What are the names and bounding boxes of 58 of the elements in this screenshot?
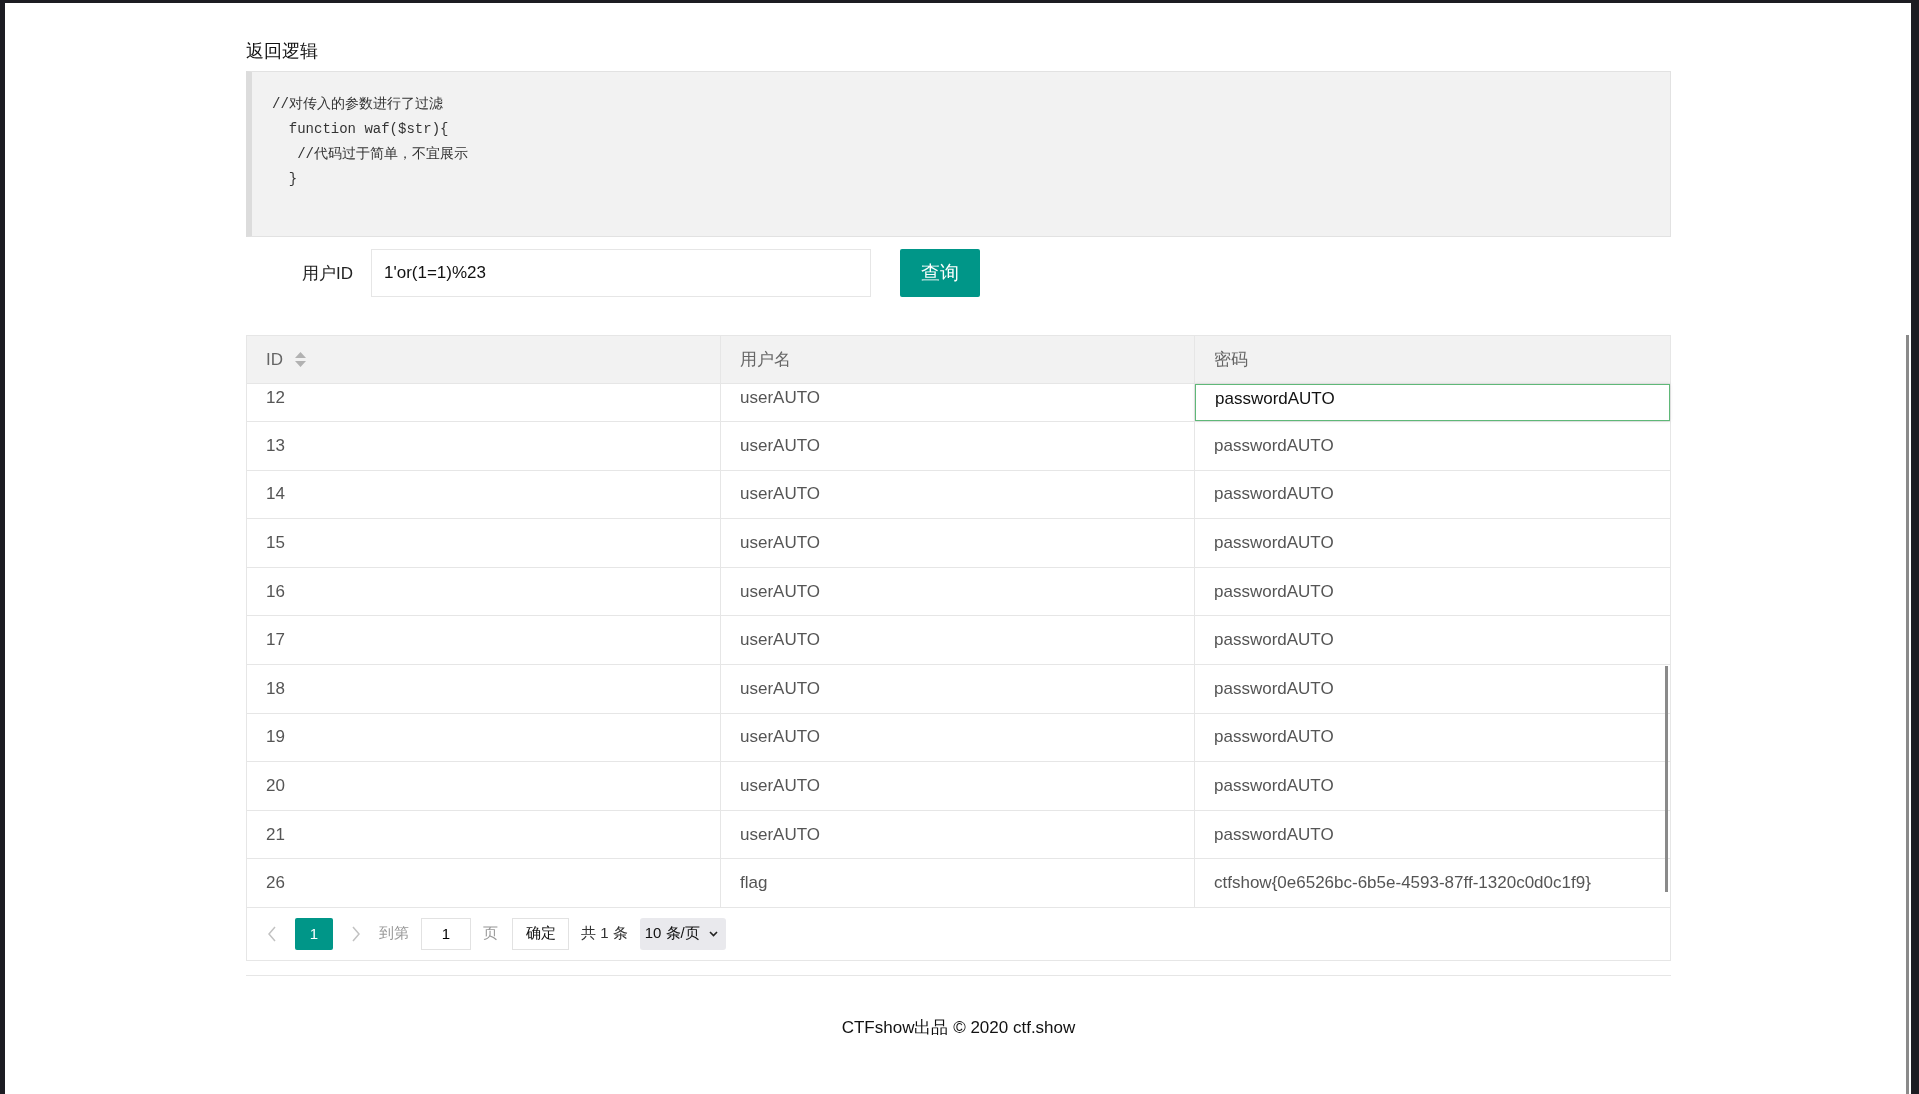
scrollbar-thumb[interactable] bbox=[1906, 335, 1909, 1094]
column-header[interactable]: ID bbox=[247, 336, 721, 383]
table-cell-text: passwordAUTO bbox=[1213, 726, 1335, 749]
table-cell-text: passwordAUTO bbox=[1213, 580, 1335, 603]
code-line: } bbox=[287, 170, 299, 189]
table-cell: userAUTO bbox=[721, 762, 1195, 810]
table-cell: 16 bbox=[247, 567, 721, 616]
table-cell: userAUTO bbox=[721, 384, 1195, 421]
field-label: 用户ID bbox=[301, 262, 354, 285]
page-number-field[interactable]: 1 bbox=[421, 917, 471, 950]
table-cell-text: passwordAUTO bbox=[1213, 532, 1335, 554]
next-page-icon[interactable] bbox=[351, 925, 361, 942]
table-cell-text: passwordAUTO bbox=[1213, 483, 1335, 506]
table-cell: 13 bbox=[247, 422, 721, 470]
footer-text: CTFshow出品 © 2020 ctf.show bbox=[840, 1016, 1077, 1039]
table-cell: flag bbox=[721, 859, 1195, 907]
sort-icon[interactable] bbox=[295, 352, 306, 367]
page-button[interactable]: 1 bbox=[295, 917, 333, 950]
table-cell: 12 bbox=[247, 384, 721, 421]
table-cell-text: passwordAUTO bbox=[1213, 823, 1335, 846]
table-cell: 21 bbox=[247, 810, 721, 859]
table-cell: userAUTO bbox=[721, 713, 1195, 762]
table-cell: 14 bbox=[247, 470, 721, 519]
table-cell-text: ctfshow{0e6526bc-6b5e-4593-87ff-1320c0d0c1f9} bbox=[1213, 872, 1592, 895]
goto-label: 到第 bbox=[379, 924, 409, 944]
table-cell: 26 bbox=[247, 859, 721, 907]
code-line: function waf($str){ bbox=[287, 120, 450, 139]
table-cell: userAUTO bbox=[721, 664, 1195, 713]
table-cell: userAUTO bbox=[721, 422, 1195, 470]
table-cell: 17 bbox=[247, 616, 721, 664]
page-unit-label: 页 bbox=[483, 924, 498, 944]
table-cell: 15 bbox=[247, 519, 721, 567]
table-cell-text: passwordAUTO bbox=[1213, 677, 1335, 700]
table-cell-text: passwordAUTO bbox=[1213, 774, 1335, 797]
page-size-select[interactable]: 10 条/页 bbox=[639, 917, 726, 950]
user-id-field[interactable]: 1'or(1=1)%23 bbox=[371, 249, 871, 297]
table-cell: userAUTO bbox=[721, 470, 1195, 519]
code-line: //代码过于简单，不宜展示 bbox=[296, 145, 469, 164]
table-cell: passwordAUTO bbox=[1195, 384, 1670, 421]
previous-page-icon[interactable] bbox=[267, 925, 277, 942]
table-cell: 19 bbox=[247, 713, 721, 762]
total-count: 共 1 条 bbox=[581, 924, 628, 944]
query-button[interactable]: 查询 bbox=[900, 249, 980, 297]
caret-icon bbox=[708, 930, 718, 937]
table-cell: userAUTO bbox=[721, 519, 1195, 567]
section-title: 返回逻辑 bbox=[246, 40, 319, 63]
table-cell: userAUTO bbox=[721, 810, 1195, 859]
table-cell: userAUTO bbox=[721, 616, 1195, 664]
table-cell-text: passwordAUTO bbox=[1213, 629, 1335, 652]
column-header: 密码 bbox=[1213, 349, 1249, 371]
table-cell-text: passwordAUTO bbox=[1213, 434, 1335, 457]
code-line: //对传入的参数进行了过滤 bbox=[272, 95, 444, 114]
table-cell: userAUTO bbox=[721, 567, 1195, 616]
table-cell: 18 bbox=[247, 664, 721, 713]
table-cell: 20 bbox=[247, 762, 721, 810]
scrollbar-thumb[interactable] bbox=[1665, 666, 1668, 892]
confirm-button[interactable]: 确定 bbox=[512, 917, 569, 950]
column-header: 用户名 bbox=[721, 336, 1195, 383]
